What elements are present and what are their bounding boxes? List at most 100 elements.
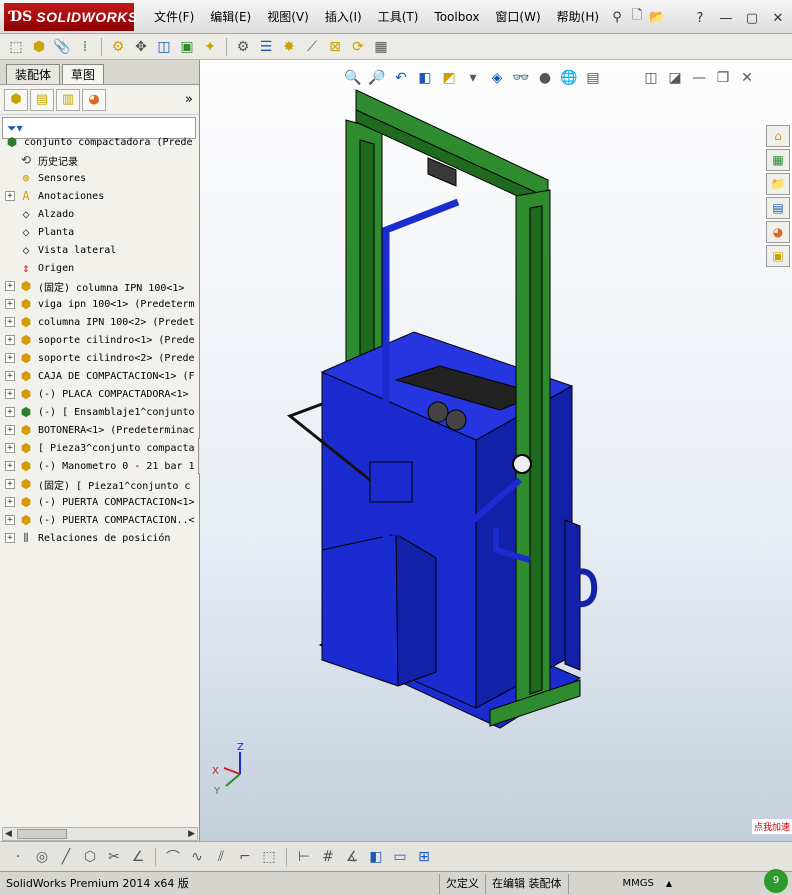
file-explorer-icon[interactable]: 📁 <box>766 173 790 195</box>
tree-item[interactable]: + ⬢ viga ipn 100<1> (Predeterm <box>0 295 199 313</box>
view-palette-icon[interactable]: ▤ <box>766 197 790 219</box>
section-view-icon[interactable]: ◧ <box>415 68 435 88</box>
snapshot-icon[interactable]: ▦ <box>371 37 391 57</box>
property-manager-icon[interactable]: ▤ <box>30 88 54 111</box>
corner-icon[interactable]: ⌐ <box>235 847 255 867</box>
instant3d-icon[interactable]: ⟳ <box>348 37 368 57</box>
menu-window[interactable]: 窗口(W) <box>487 0 548 34</box>
expand-icon[interactable]: + <box>5 407 15 417</box>
tree-item[interactable]: ⊛ Sensores <box>0 169 199 187</box>
display-style-icon[interactable]: ◈ <box>487 68 507 88</box>
view-orientation-icon[interactable]: ▾ <box>463 68 483 88</box>
expand-icon[interactable]: + <box>5 533 15 543</box>
multi-view-icon[interactable]: ⊞ <box>414 847 434 867</box>
hide-show-items-icon[interactable]: 👓 <box>511 68 531 88</box>
expand-icon[interactable]: + <box>5 461 15 471</box>
appearances-icon[interactable]: ◕ <box>766 221 790 243</box>
edit-appearance-icon[interactable]: ● <box>535 68 555 88</box>
tree-item[interactable]: + ⬢ CAJA DE COMPACTACION<1> (F <box>0 367 199 385</box>
new-motion-study-icon[interactable]: ⚙ <box>233 37 253 57</box>
dynamic-annotation-icon[interactable]: ◩ <box>439 68 459 88</box>
manometer-gauge[interactable] <box>512 454 532 474</box>
expand-icon[interactable]: + <box>5 281 15 291</box>
tree-item[interactable]: + ⬢ soporte cilindro<1> (Prede <box>0 331 199 349</box>
close-button[interactable]: ✕ <box>768 8 788 28</box>
expand-icon[interactable]: + <box>5 497 15 507</box>
new-part-icon[interactable]: ⬢ <box>29 37 49 57</box>
new-document-icon[interactable]: 🗋 <box>627 7 647 27</box>
menu-view[interactable]: 视图(V) <box>259 0 317 34</box>
zoom-to-fit-icon[interactable]: 🔍 <box>343 68 363 88</box>
tab-assembly[interactable]: 装配体 <box>6 64 61 84</box>
compactor-3d-model[interactable] <box>200 60 792 841</box>
interference-icon[interactable]: ⊠ <box>325 37 345 57</box>
rectangle-icon[interactable]: ⬚ <box>259 847 279 867</box>
reference-geometry-icon[interactable]: ✦ <box>200 37 220 57</box>
circle-icon[interactable]: ◎ <box>32 847 52 867</box>
tree-item[interactable]: ◇ Alzado <box>0 205 199 223</box>
home-icon[interactable]: ⌂ <box>766 125 790 147</box>
pin-icon[interactable]: ⚲ <box>607 7 627 27</box>
tree-item[interactable]: + ⬢ (-) PLACA COMPACTADORA<1> <box>0 385 199 403</box>
move-component-icon[interactable]: ✥ <box>131 37 151 57</box>
assembly-features-icon[interactable]: ▣ <box>177 37 197 57</box>
polygon-icon[interactable]: ⬡ <box>80 847 100 867</box>
expand-icon[interactable]: + <box>5 515 15 525</box>
zoom-to-area-icon[interactable]: 🔎 <box>367 68 387 88</box>
single-view-icon[interactable]: ▭ <box>390 847 410 867</box>
dimension-icon[interactable]: ⊢ <box>294 847 314 867</box>
point-icon[interactable]: · <box>8 847 28 867</box>
feature-manager-icon[interactable]: ⬢ <box>4 88 28 111</box>
tab-sketch[interactable]: 草图 <box>62 64 105 84</box>
apply-scene-icon[interactable]: 🌐 <box>559 68 579 88</box>
tree-horizontal-scrollbar[interactable]: ◀ ▶ <box>2 827 198 841</box>
view-settings-icon[interactable]: ▤ <box>583 68 603 88</box>
tree-item[interactable]: ⟲ 历史记录 <box>0 151 199 169</box>
expand-icon[interactable]: + <box>5 425 15 435</box>
menu-tools[interactable]: 工具(T) <box>370 0 427 34</box>
menu-edit[interactable]: 编辑(E) <box>202 0 259 34</box>
centerline-icon[interactable]: ⫽ <box>211 847 231 867</box>
tree-root[interactable]: ⬢ conjunto compactadora (Prede <box>0 133 199 151</box>
explode-line-icon[interactable]: ⟋ <box>302 37 322 57</box>
expand-icon[interactable]: + <box>5 479 15 489</box>
open-document-icon[interactable]: 📂 <box>647 7 667 27</box>
viewport-restore-icon[interactable]: ◫ <box>641 68 661 88</box>
speedup-badge[interactable]: 点我加速 9 <box>748 815 792 895</box>
help-button[interactable]: ? <box>690 8 710 28</box>
expand-icon[interactable]: + <box>5 389 15 399</box>
display-manager-icon[interactable]: ◕ <box>82 88 106 111</box>
tree-item[interactable]: + A Anotaciones <box>0 187 199 205</box>
configuration-manager-icon[interactable]: ▥ <box>56 88 80 111</box>
spline-icon[interactable]: ∿ <box>187 847 207 867</box>
tree-item[interactable]: ◇ Planta <box>0 223 199 241</box>
tree-item[interactable]: + ⬢ BOTONERA<1> (Predeterminac <box>0 421 199 439</box>
units-label[interactable]: MMGS <box>617 874 660 894</box>
extend-icon[interactable]: ∠ <box>128 847 148 867</box>
viewport-minimize-icon[interactable]: — <box>689 68 709 88</box>
tree-item[interactable]: + ⬢ columna IPN 100<2> (Predet <box>0 313 199 331</box>
angle-icon[interactable]: ∡ <box>342 847 362 867</box>
bill-of-materials-icon[interactable]: ☰ <box>256 37 276 57</box>
design-library-icon[interactable]: ▦ <box>766 149 790 171</box>
graphics-area[interactable]: 🔍 🔎 ↶ ◧ ◩ ▾ ◈ 👓 ● 🌐 ▤ ◫ ◪ — ❐ ✕ Z X Y ⌂ … <box>200 60 792 841</box>
tree-item[interactable]: + ⬢ (-) Manometro 0 - 21 bar 1 <box>0 457 199 475</box>
tree-item[interactable]: + ⬢ (固定) columna IPN 100<1> <box>0 277 199 295</box>
scroll-right-icon[interactable]: ▶ <box>188 829 195 839</box>
tree-item[interactable]: + ⫴ Relaciones de posición <box>0 529 199 547</box>
expand-more-icon[interactable]: » <box>185 92 193 107</box>
expand-icon[interactable]: + <box>5 317 15 327</box>
line-icon[interactable]: ╱ <box>56 847 76 867</box>
tree-item[interactable]: + ⬢ (-) PUERTA COMPACTACION<1> <box>0 493 199 511</box>
tree-item[interactable]: + ⬢ (-) PUERTA COMPACTACION..< <box>0 511 199 529</box>
tree-item[interactable]: + ⬢ (-) [ Ensamblaje1^conjunto <box>0 403 199 421</box>
tree-item[interactable]: + ⬢ soporte cilindro<2> (Prede <box>0 349 199 367</box>
solidworks-logo[interactable]: ƊS SOLIDWORKS <box>4 3 137 31</box>
grid-icon[interactable]: # <box>318 847 338 867</box>
viewport-close-icon[interactable]: ✕ <box>737 68 757 88</box>
menu-toolbox[interactable]: Toolbox <box>426 0 487 34</box>
expand-icon[interactable]: + <box>5 191 15 201</box>
maximize-button[interactable]: ▢ <box>742 8 762 28</box>
expand-icon[interactable]: + <box>5 353 15 363</box>
menu-file[interactable]: 文件(F) <box>146 0 202 34</box>
